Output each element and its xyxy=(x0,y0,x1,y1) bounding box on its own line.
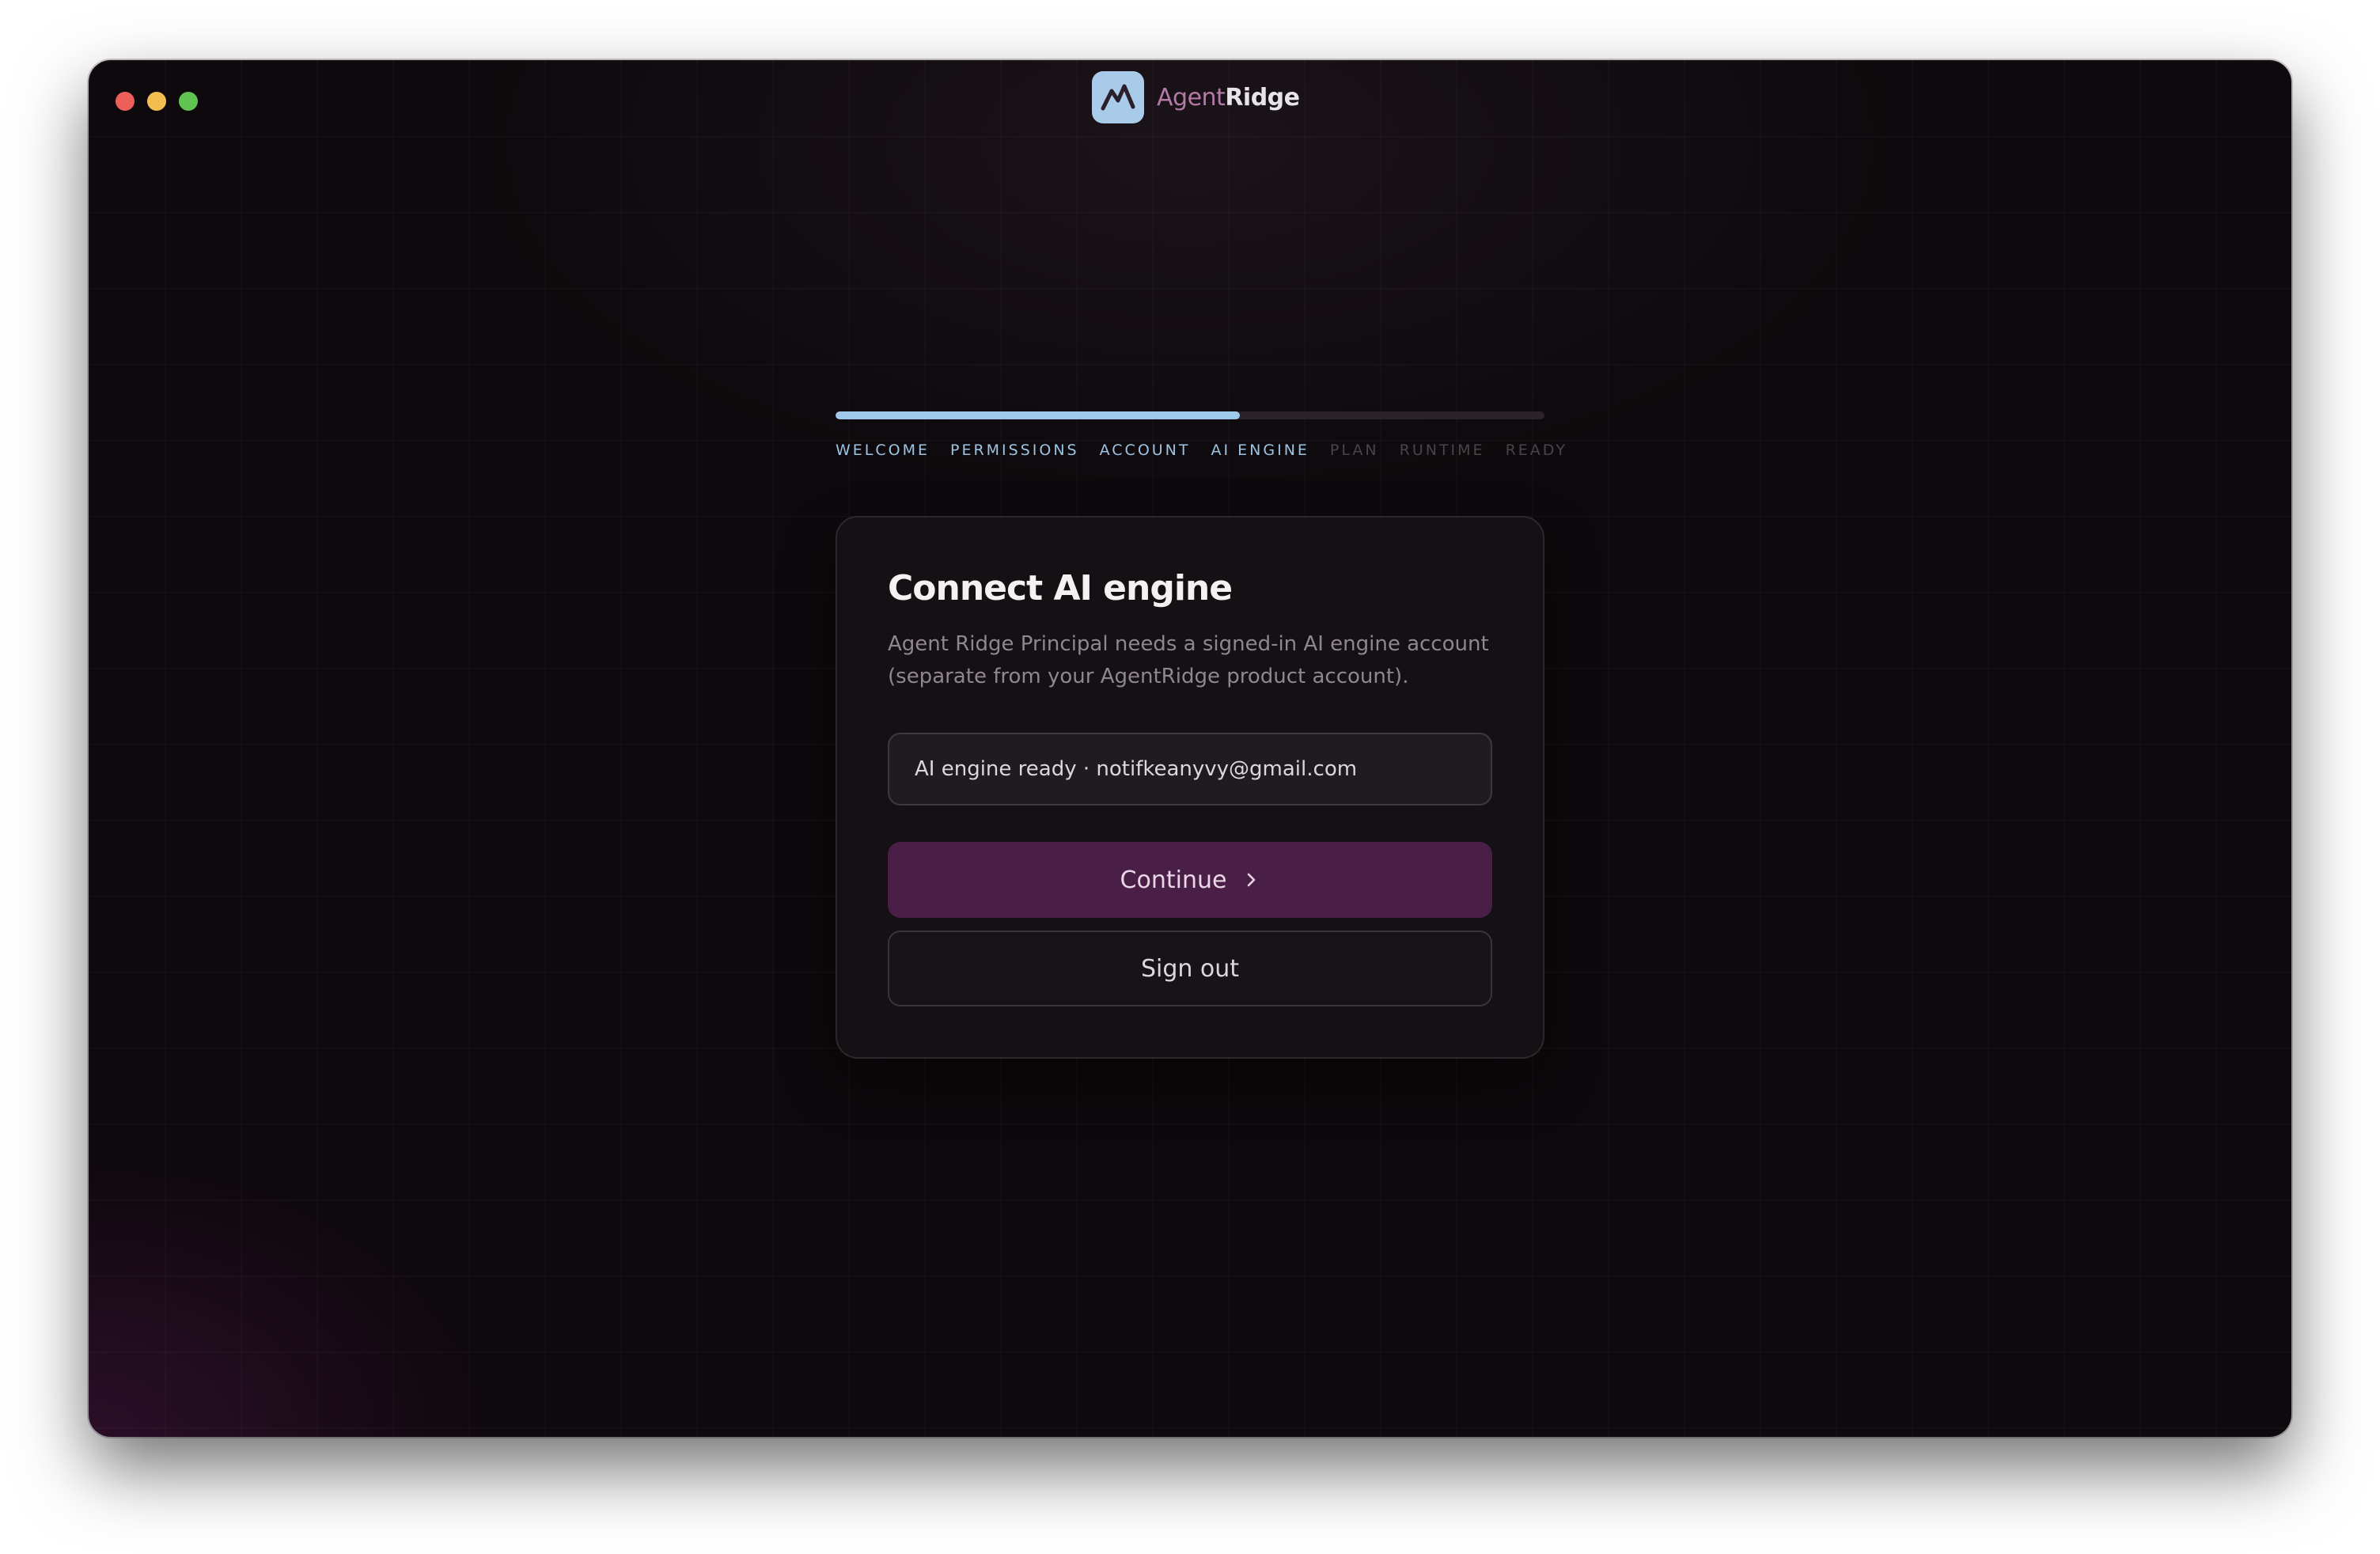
step-welcome: WELCOME xyxy=(836,442,930,459)
engine-status-field: AI engine ready · notifkeanyvy@gmail.com xyxy=(888,733,1492,805)
chevron-right-icon xyxy=(1242,871,1260,889)
window-controls xyxy=(116,92,198,111)
brand-name-suffix: Ridge xyxy=(1225,83,1300,112)
card-description: Agent Ridge Principal needs a signed-in … xyxy=(888,632,1489,688)
mountain-peak-icon xyxy=(1092,71,1144,123)
step-permissions: PERMISSIONS xyxy=(950,442,1079,459)
page-title: Connect AI engine xyxy=(888,568,1233,608)
step-account: ACCOUNT xyxy=(1099,442,1191,459)
brand-header: AgentRidge xyxy=(1092,71,1300,123)
step-plan: PLAN xyxy=(1329,442,1379,459)
step-ready: READY xyxy=(1505,442,1567,459)
app-window: AgentRidge WELCOME PERMISSIONS ACCOUNT A… xyxy=(89,60,2291,1437)
onboarding-progress-bar xyxy=(836,411,1544,419)
brand-name: AgentRidge xyxy=(1157,84,1300,112)
progress-bar-fill xyxy=(836,411,1240,419)
sign-out-button-label: Sign out xyxy=(1140,954,1240,983)
minimize-window-button[interactable] xyxy=(147,92,166,111)
continue-button[interactable]: Continue xyxy=(888,842,1492,918)
close-window-button[interactable] xyxy=(116,92,135,111)
brand-name-prefix: Agent xyxy=(1157,83,1226,112)
step-runtime: RUNTIME xyxy=(1399,442,1485,459)
step-ai-engine: AI ENGINE xyxy=(1211,442,1309,459)
connect-engine-card: Connect AI engine Agent Ridge Principal … xyxy=(836,516,1544,1059)
onboarding-steps: WELCOME PERMISSIONS ACCOUNT AI ENGINE PL… xyxy=(836,442,1565,459)
maximize-window-button[interactable] xyxy=(179,92,198,111)
desktop-background: AgentRidge WELCOME PERMISSIONS ACCOUNT A… xyxy=(0,0,2380,1554)
sign-out-button[interactable]: Sign out xyxy=(888,931,1492,1006)
continue-button-label: Continue xyxy=(1120,866,1227,894)
